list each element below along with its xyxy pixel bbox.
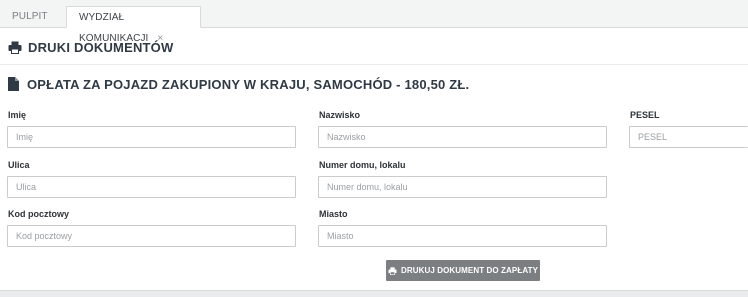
- ulica-input[interactable]: [7, 176, 296, 198]
- print-button-label: DRUKUJ DOKUMENT DO ZAPŁATY: [400, 266, 539, 275]
- imie-label: Imię: [8, 110, 27, 120]
- printer-icon: [388, 266, 397, 275]
- document-title: OPŁATA ZA POJAZD ZAKUPIONY W KRAJU, SAMO…: [27, 76, 470, 92]
- imie-input[interactable]: [7, 126, 296, 148]
- print-document-button[interactable]: DRUKUJ DOKUMENT DO ZAPŁATY: [386, 260, 540, 281]
- tab-wydzial-komunikacji[interactable]: WYDZIAŁ KOMUNIKACJI ×: [66, 6, 201, 44]
- tab-pulpit-label: PULPIT: [12, 11, 48, 22]
- document-icon: [8, 77, 19, 91]
- section-heading: DRUKI DOKUMENTÓW: [8, 37, 173, 57]
- pesel-input[interactable]: [629, 126, 748, 148]
- section-title: DRUKI DOKUMENTÓW: [28, 39, 174, 55]
- nazwisko-label: Nazwisko: [319, 110, 361, 120]
- pesel-label: PESEL: [630, 110, 660, 120]
- ulica-label: Ulica: [8, 160, 30, 170]
- printer-icon: [8, 41, 22, 54]
- miasto-label: Miasto: [319, 209, 348, 219]
- miasto-input[interactable]: [318, 225, 607, 247]
- numer-label: Numer domu, lokalu: [319, 160, 406, 170]
- divider: [0, 64, 748, 65]
- nazwisko-input[interactable]: [318, 126, 607, 148]
- kod-input[interactable]: [7, 225, 296, 247]
- tab-pulpit[interactable]: PULPIT: [0, 6, 60, 27]
- numer-input[interactable]: [318, 176, 607, 198]
- kod-label: Kod pocztowy: [8, 209, 69, 219]
- tab-bar: PULPIT WYDZIAŁ KOMUNIKACJI ×: [0, 0, 748, 44]
- document-heading: OPŁATA ZA POJAZD ZAKUPIONY W KRAJU, SAMO…: [8, 73, 469, 95]
